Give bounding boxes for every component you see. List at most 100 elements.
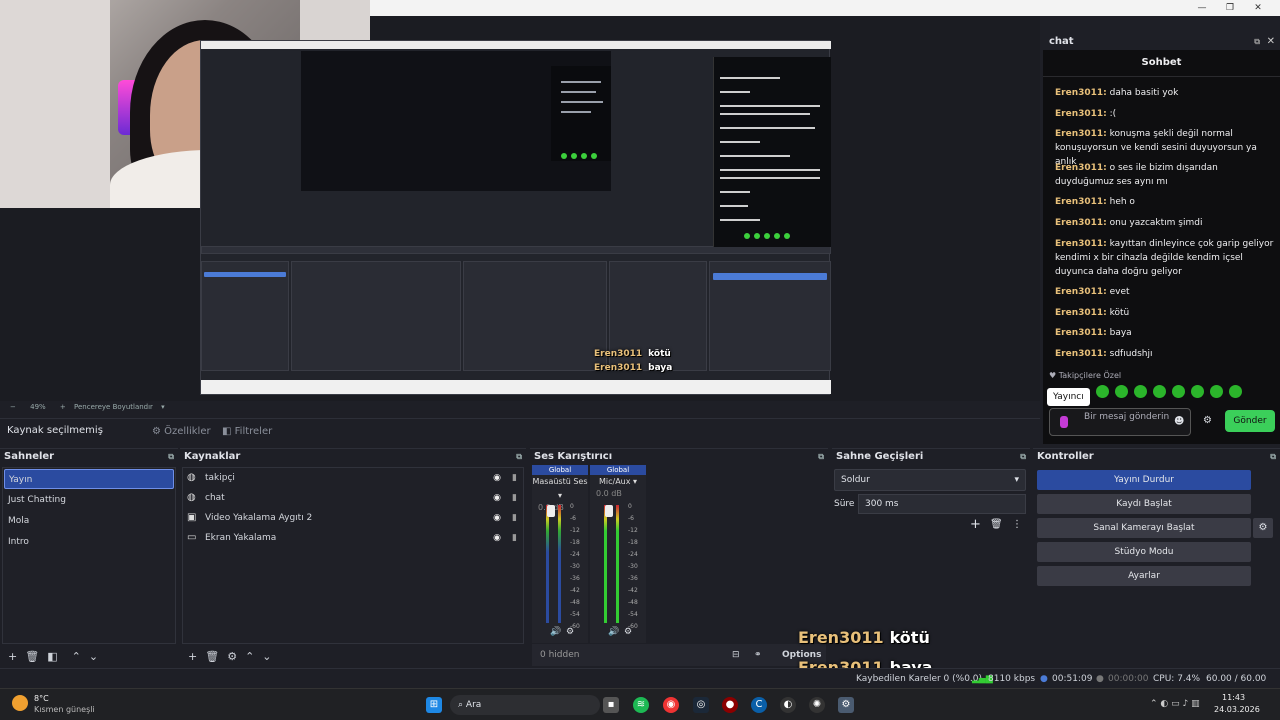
start-recording-button[interactable]: Kaydı Başlat (1037, 494, 1251, 514)
source-toolbar: Kaynak seçilmemiş ⚙ Özellikler ◧ Filtrel… (0, 418, 1040, 444)
scene-item-yayin[interactable]: Yayın (4, 469, 174, 489)
settings-icon[interactable]: ⚙ (838, 697, 854, 713)
link-icon[interactable]: ⚭ (754, 644, 762, 666)
chat-settings-gear-icon[interactable]: ⚙ (1203, 415, 1212, 426)
zoom-out-icon[interactable]: − (10, 403, 16, 411)
chat-dock: chat ⧉ ✕ Sohbet Eren3011: daha basiti yok … (1043, 34, 1280, 444)
dock-menu-icon[interactable]: ⧉ (1270, 449, 1276, 465)
source-item[interactable]: ◍ chat ◉ ▮ (183, 488, 523, 508)
stream-icon: ● (1040, 674, 1048, 684)
layout-icon[interactable]: ⊟ (732, 644, 740, 666)
heart-icon: ♥ (1049, 371, 1057, 380)
app-icon[interactable]: ● (722, 697, 738, 713)
stop-stream-button[interactable]: Yayını Durdur (1037, 470, 1251, 490)
more-icon[interactable]: ⋮ (1012, 519, 1022, 530)
chatgpt-icon[interactable]: ✺ (809, 697, 825, 713)
speaker-icon[interactable]: 🔊 (550, 627, 561, 637)
virtual-camera-button[interactable]: Sanal Kamerayı Başlat (1037, 518, 1251, 538)
gear-icon[interactable]: ⚙ (227, 646, 237, 668)
taskbar-search[interactable]: ⌕ Ara (450, 695, 600, 715)
record-time: 00:00:00 (1108, 674, 1149, 684)
chat-message-input[interactable]: Bir mesaj gönderin ☻ (1049, 408, 1191, 436)
emote-icon[interactable] (1134, 385, 1147, 398)
chevron-down-icon[interactable]: ▾ (161, 403, 165, 411)
properties-button[interactable]: ⚙ Özellikler (146, 423, 217, 441)
steam-icon[interactable]: ◎ (693, 697, 709, 713)
lock-icon[interactable]: ▮ (512, 508, 517, 528)
obs-icon[interactable]: ◐ (780, 697, 796, 713)
dock-menu-icon[interactable]: ⧉ (516, 449, 522, 465)
visibility-eye-icon[interactable]: ◉ (493, 468, 501, 488)
source-item[interactable]: ◍ takipçi ◉ ▮ (183, 468, 523, 488)
volume-slider[interactable] (605, 505, 613, 517)
emote-icon[interactable] (1096, 385, 1109, 398)
zoom-in-icon[interactable]: + (60, 403, 66, 411)
visibility-eye-icon[interactable]: ◉ (493, 488, 501, 508)
settings-button[interactable]: Ayarlar (1037, 566, 1251, 586)
lock-icon[interactable]: ▮ (512, 468, 517, 488)
emote-icon[interactable] (1115, 385, 1128, 398)
down-arrow-icon[interactable]: ⌄ (262, 646, 271, 668)
studio-mode-button[interactable]: Stüdyo Modu (1037, 542, 1251, 562)
trash-icon[interactable]: 🗑 (990, 519, 1003, 530)
scene-item-mola[interactable]: Mola (4, 511, 174, 531)
emote-icon[interactable] (1153, 385, 1166, 398)
dock-menu-icon[interactable]: ⧉ (1020, 449, 1026, 465)
weather-icon[interactable] (12, 695, 28, 711)
settings-icon[interactable]: ⚙ (566, 627, 574, 637)
down-arrow-icon[interactable]: ⌄ (89, 646, 98, 668)
close-icon[interactable]: ✕ (1267, 34, 1275, 50)
chat-message: Eren3011: evet (1055, 287, 1130, 297)
float-icon[interactable]: ⧉ (1254, 34, 1260, 50)
lock-icon[interactable]: ▮ (512, 488, 517, 508)
add-icon[interactable]: + (8, 646, 17, 668)
emote-icon[interactable] (1191, 385, 1204, 398)
tray-icons[interactable]: ⌃ ◐ ▭ ♪ ▥ (1150, 699, 1200, 709)
duration-input[interactable]: 300 ms (858, 494, 1026, 514)
close-button[interactable]: ✕ (1244, 0, 1272, 16)
speaker-icon[interactable]: 🔊 (608, 627, 619, 637)
trash-icon[interactable]: 🗑 (25, 646, 39, 668)
clock-time: 11:43 (1222, 693, 1246, 702)
scene-item-intro[interactable]: Intro (4, 532, 174, 552)
visibility-eye-icon[interactable]: ◉ (493, 528, 501, 548)
up-arrow-icon[interactable]: ⌃ (72, 646, 81, 668)
chat-message: Eren3011: sdfıudshjı (1055, 349, 1153, 359)
emoji-icon[interactable]: ☻ (1174, 416, 1184, 427)
broadcaster-badge: Yayıncı (1047, 388, 1090, 406)
scene-item-just-chatting[interactable]: Just Chatting (4, 490, 174, 510)
sources-dock: Kaynaklar ⧉ ◍ takipçi ◉ ▮ ◍ chat ◉ ▮ ▣ Video Yak… (180, 448, 526, 668)
transition-select[interactable]: Soldur ▾ (834, 469, 1026, 491)
minimize-button[interactable]: — (1188, 0, 1216, 16)
settings-icon[interactable]: ⚙ (624, 627, 632, 637)
visibility-eye-icon[interactable]: ◉ (493, 508, 501, 528)
emote-icon[interactable] (1210, 385, 1223, 398)
app-icon[interactable]: C (751, 697, 767, 713)
volume-slider[interactable] (547, 505, 555, 517)
zoom-mode[interactable]: Pencereye Boyutlandır (74, 403, 153, 411)
source-item[interactable]: ▣ Video Yakalama Aygıtı 2 ◉ ▮ (183, 508, 523, 528)
mixer-channel-name[interactable]: Mic/Aux ▾ (590, 475, 646, 489)
no-source-label: Kaynak seçilmemiş (7, 425, 103, 436)
dock-menu-icon[interactable]: ⧉ (818, 449, 824, 465)
add-icon[interactable]: + (188, 646, 197, 668)
trash-icon[interactable]: 🗑 (205, 646, 219, 668)
source-item[interactable]: ▭ Ekran Yakalama ◉ ▮ (183, 528, 523, 548)
start-menu-icon[interactable]: ⊞ (426, 697, 442, 713)
task-view-icon[interactable]: ▪ (603, 697, 619, 713)
chrome-icon[interactable]: ◉ (663, 697, 679, 713)
virtual-camera-settings-gear-icon[interactable]: ⚙ (1253, 518, 1273, 538)
add-icon[interactable]: + (970, 517, 981, 532)
filter-icon[interactable]: ◧ (47, 646, 57, 668)
lock-icon[interactable]: ▮ (512, 528, 517, 548)
followers-only-label: ♥ Takipçilere Özel (1049, 371, 1122, 380)
send-button[interactable]: Gönder (1225, 410, 1275, 432)
filters-button[interactable]: ◧ Filtreler (216, 423, 278, 441)
mixer-channel-name[interactable]: Masaüstü Ses ▾ (532, 475, 588, 503)
maximize-button[interactable]: ❐ (1216, 0, 1244, 16)
dock-menu-icon[interactable]: ⧉ (168, 449, 174, 465)
up-arrow-icon[interactable]: ⌃ (245, 646, 254, 668)
emote-icon[interactable] (1229, 385, 1242, 398)
spotify-icon[interactable]: ≋ (633, 697, 649, 713)
emote-icon[interactable] (1172, 385, 1185, 398)
